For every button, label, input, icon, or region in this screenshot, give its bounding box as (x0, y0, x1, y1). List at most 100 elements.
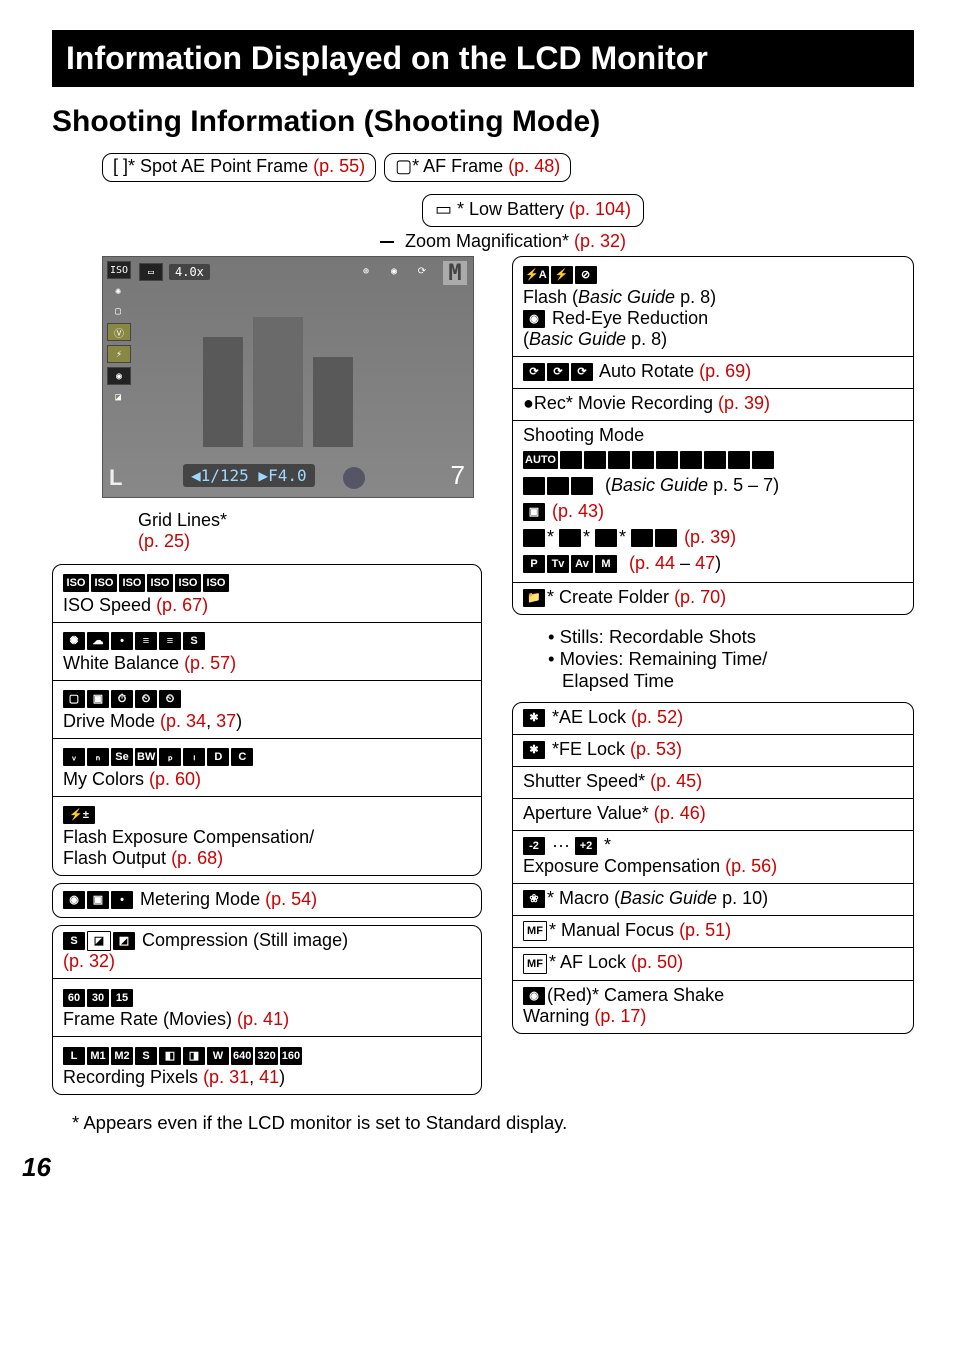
grid-lines-link: (p. 25) (138, 531, 190, 551)
drive-join: , (206, 711, 216, 731)
recpixels-link2: 41 (259, 1067, 279, 1087)
flash-entry: ⚡A⚡⊘ Flash (Basic Guide p. 8) ◉ Red-Eye … (513, 257, 913, 356)
low-battery-callout: ▭ * Low Battery (p. 104) (422, 194, 644, 227)
lcd-top-row: ▭ 4.0x (139, 263, 210, 281)
flashcomp-link: (p. 68) (171, 848, 223, 868)
iso-speed-entry: ISOISOISOISOISOISO ISO Speed (p. 67) (53, 565, 481, 622)
left-block-3: S◪◩ Compression (Still image) (p. 32) 60… (52, 925, 482, 1095)
mode-row2-ital: Basic Guide (611, 475, 708, 495)
lcd-icon: ◪ (107, 389, 129, 405)
af-frame-callout: ▢* AF Frame (p. 48) (384, 153, 571, 182)
af-frame-text: AF Frame (423, 156, 508, 176)
lcd-sample-image (193, 307, 393, 447)
mycolors-icons: ᵥₙSeBWₚₗDC (63, 743, 471, 769)
aperture-link: (p. 46) (654, 803, 706, 823)
mode-letter: M (443, 261, 467, 285)
framerate-icons: 603015 (63, 983, 471, 1009)
low-battery-link: (p. 104) (569, 199, 631, 219)
wb-link: (p. 57) (184, 653, 236, 673)
mode-row4-link: (p. 39) (684, 527, 736, 547)
shake-text1: Camera Shake (604, 985, 724, 1005)
lcd-size-letter: L (109, 465, 122, 491)
zoom-leader-line (380, 241, 394, 243)
page-title: Information Displayed on the LCD Monitor (52, 30, 914, 87)
macro-entry: ❀* Macro (Basic Guide p. 10) (513, 883, 913, 915)
card-icon: ▭ (139, 263, 163, 281)
frame-rate-entry: 603015 Frame Rate (Movies) (p. 41) (53, 978, 481, 1036)
bullet-movies-b: Elapsed Time (548, 670, 914, 692)
right-bottom-block: ✱ *AE Lock (p. 52) ✱ *FE Lock (p. 53) Sh… (512, 702, 914, 1034)
create-folder-text: * Create Folder (547, 587, 674, 607)
redeye-ital: Basic Guide (529, 329, 626, 349)
camera-shake-entry: ◉(Red)* Camera Shake Warning (p. 17) (513, 980, 913, 1033)
left-block-1: ISOISOISOISOISOISO ISO Speed (p. 67) ✺☁•… (52, 564, 482, 876)
macro-ital: Basic Guide (620, 888, 717, 908)
right-top-block: ⚡A⚡⊘ Flash (Basic Guide p. 8) ◉ Red-Eye … (512, 256, 914, 615)
mf-link: (p. 51) (679, 920, 731, 940)
aflock-text: * AF Lock (549, 952, 631, 972)
metering-text: Metering Mode (140, 889, 265, 909)
mode-icons-row1: AUTO (523, 446, 903, 472)
recpixels-end: ) (279, 1067, 285, 1087)
mode-icons-row5: PTvAvM (p. 44 – 47) (523, 550, 903, 576)
af-lock-entry: MF* AF Lock (p. 50) (513, 947, 913, 979)
expcomp-text: Exposure Compensation (523, 856, 725, 876)
flashcomp-line1: Flash Exposure Compensation/ (63, 827, 471, 848)
ae-lock-entry: ✱ *AE Lock (p. 52) (513, 703, 913, 734)
rec-text: Movie Recording (578, 393, 718, 413)
rec-pre: ●Rec* (523, 393, 578, 413)
columns: ISO ✺ ▢ Ⓥ ⚡ ◉ ◪ ▭ 4.0x ⊕ ◉ ⟳ M (52, 256, 914, 1102)
recpixels-icons: LM1M2S◧◨W640320160 (63, 1041, 471, 1067)
top-callout-row: [ ]* Spot AE Point Frame (p. 55) ▢* AF F… (102, 153, 914, 182)
low-battery-row: ▭ * Low Battery (p. 104) (152, 194, 914, 227)
ae-lock-text: *AE Lock (547, 707, 631, 727)
drive-mode-entry: ▢▣⏱⏲⏲ Drive Mode (p. 34, 37) (53, 680, 481, 738)
recpixels-join: , (249, 1067, 259, 1087)
recording-pixels-entry: LM1M2S◧◨W640320160 Recording Pixels (p. … (53, 1036, 481, 1094)
recpixels-link: (p. 31 (203, 1067, 249, 1087)
flashcomp-line2: Flash Output (63, 848, 171, 868)
aperture-entry: Aperture Value* (p. 46) (513, 798, 913, 830)
macro-after: p. 10) (717, 888, 768, 908)
shake-link: (p. 17) (594, 1006, 646, 1026)
left-column: ISO ✺ ▢ Ⓥ ⚡ ◉ ◪ ▭ 4.0x ⊕ ◉ ⟳ M (52, 256, 482, 1102)
drive-link: (p. 34 (160, 711, 206, 731)
lcd-icon: ISO (107, 261, 131, 279)
framerate-text: Frame Rate (Movies) (63, 1009, 237, 1029)
spot-ae-link: (p. 55) (313, 156, 365, 176)
lcd-icon: ⚡ (107, 345, 131, 363)
bullet-movies-a: • Movies: Remaining Time/ (548, 648, 914, 670)
exposure-comp-entry: -2 ··· +2 * Exposure Compensation (p. 56… (513, 830, 913, 883)
macro-icon (343, 467, 365, 489)
flash-comp-entry: ⚡± Flash Exposure Compensation/ Flash Ou… (53, 796, 481, 875)
my-colors-entry: ᵥₙSeBWₚₗDC My Colors (p. 60) (53, 738, 481, 796)
zoom-link: (p. 32) (574, 231, 626, 251)
shake-text2: Warning (523, 1006, 594, 1026)
white-balance-entry: ✺☁•≡≡S White Balance (p. 57) (53, 622, 481, 680)
page-number: 16 (22, 1152, 914, 1183)
macro-text: * Macro ( (547, 888, 620, 908)
shake-pre: (Red)* (547, 985, 604, 1005)
compression-link: (p. 32) (63, 951, 115, 971)
fe-lock-text: *FE Lock (547, 739, 630, 759)
mf-text: * Manual Focus (549, 920, 679, 940)
iso-icons: ISOISOISOISOISOISO (63, 569, 471, 595)
lcd-icon: ◉ (383, 263, 405, 279)
mode-row5-join: – (675, 553, 695, 573)
remaining-bullets: • Stills: Recordable Shots • Movies: Rem… (512, 622, 914, 702)
mode-icons-row4: * * * (p. 39) (523, 524, 903, 550)
wb-icons: ✺☁•≡≡S (63, 627, 471, 653)
mode-icons-row3: ▣ (p. 43) (523, 498, 903, 524)
right-column: ⚡A⚡⊘ Flash (Basic Guide p. 8) ◉ Red-Eye … (512, 256, 914, 1041)
aperture-text: Aperture Value* (523, 803, 654, 823)
recpixels-text: Recording Pixels (63, 1067, 203, 1087)
battery-icon-prefix: ▭ * (435, 199, 469, 219)
framerate-link: (p. 41) (237, 1009, 289, 1029)
mode-row5-link2: 47 (695, 553, 715, 573)
footnote: * Appears even if the LCD monitor is set… (72, 1112, 914, 1134)
autorotate-link: (p. 69) (699, 361, 751, 381)
shooting-mode-heading: Shooting Mode (523, 425, 903, 446)
wb-text: White Balance (63, 653, 184, 673)
mycolors-text: My Colors (63, 769, 149, 789)
flash-text: Flash ( (523, 287, 578, 307)
